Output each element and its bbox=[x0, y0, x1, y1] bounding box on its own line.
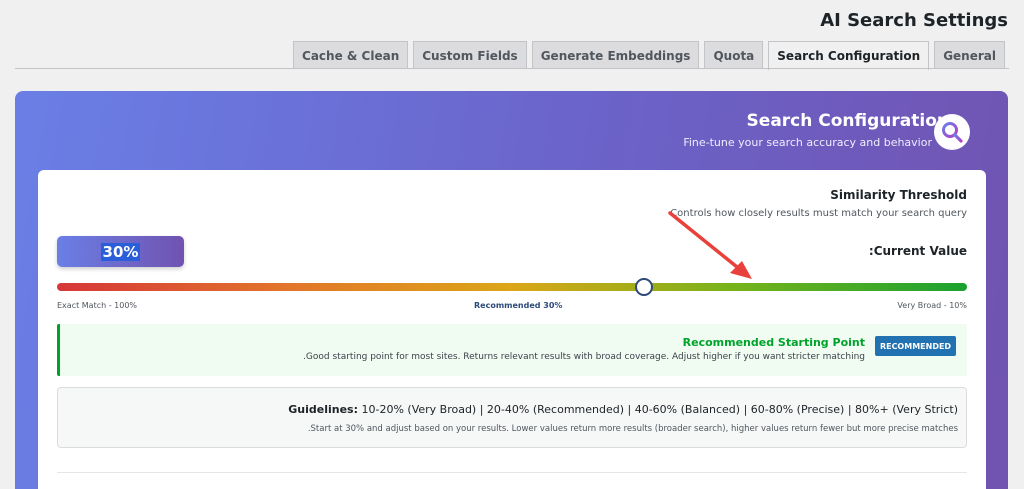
current-value-label: :Current Value bbox=[868, 244, 967, 258]
guidelines-line: Guidelines: 10-20% (Very Broad) | 20-40%… bbox=[288, 403, 958, 416]
guidelines-description: .Start at 30% and adjust based on your r… bbox=[307, 424, 958, 434]
tab-cache-clean[interactable]: Cache & Clean bbox=[293, 41, 409, 69]
recommended-badge: RECOMMENDED bbox=[875, 336, 956, 356]
scale-label-max: Very Broad - 10% bbox=[897, 301, 967, 310]
tab-general[interactable]: General bbox=[934, 41, 1005, 69]
guidelines-text: 10-20% (Very Broad) | 20-40% (Recommende… bbox=[361, 403, 958, 416]
scale-label-recommended: Recommended 30% bbox=[474, 301, 563, 310]
threshold-slider-track[interactable] bbox=[57, 283, 967, 291]
tab-quota[interactable]: Quota bbox=[704, 41, 764, 69]
current-value-display: 30% bbox=[57, 236, 184, 267]
card-subtitle: Fine-tune your search accuracy and behav… bbox=[683, 136, 932, 149]
recommendation-box bbox=[57, 324, 967, 376]
tabs-divider bbox=[15, 68, 1009, 69]
guidelines-box bbox=[57, 387, 967, 448]
page-title: AI Search Settings bbox=[820, 10, 1008, 31]
recommendation-description: .Good starting point for most sites. Ret… bbox=[303, 352, 865, 362]
threshold-title: Similarity Threshold bbox=[830, 188, 967, 202]
section-divider bbox=[57, 472, 967, 473]
guidelines-label: Guidelines: bbox=[288, 403, 358, 416]
tab-custom-fields[interactable]: Custom Fields bbox=[413, 41, 527, 69]
search-icon bbox=[934, 114, 970, 150]
settings-tabs: Cache & Clean Custom Fields Generate Emb… bbox=[288, 41, 1005, 70]
recommendation-title: Recommended Starting Point bbox=[682, 336, 865, 349]
card-title: Search Configuration bbox=[746, 111, 949, 131]
tab-generate-embeddings[interactable]: Generate Embeddings bbox=[531, 41, 700, 69]
current-value-text: 30% bbox=[100, 242, 141, 261]
scale-label-min: Exact Match - 100% bbox=[57, 301, 138, 310]
annotation-arrow-icon bbox=[668, 211, 752, 279]
tab-search-configuration[interactable]: Search Configuration bbox=[768, 41, 930, 70]
